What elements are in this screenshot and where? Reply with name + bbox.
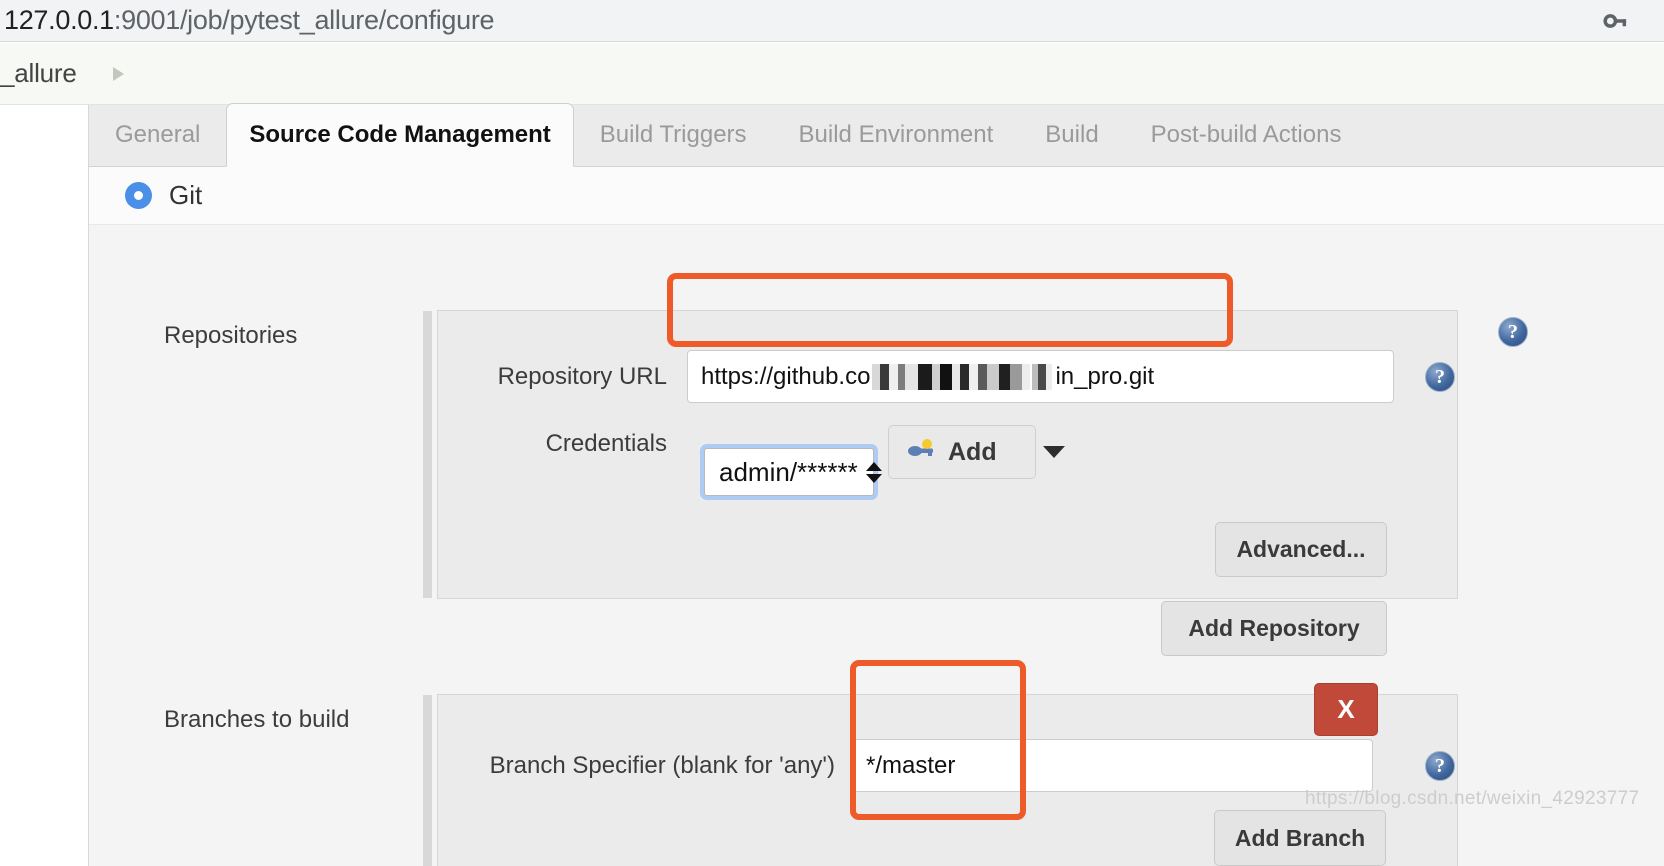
branches-section-label: Branches to build — [164, 706, 350, 733]
credentials-spinner-icon[interactable] — [865, 461, 882, 483]
browser-url-bar[interactable]: 127.0.0.1:9001/job/pytest_allure/configu… — [0, 0, 1664, 42]
tab-general[interactable]: General — [89, 104, 226, 166]
radio-option-git[interactable]: Git — [89, 180, 202, 211]
tab-post-build-actions[interactable]: Post-build Actions — [1125, 104, 1368, 166]
radio-selected-icon[interactable] — [125, 182, 152, 209]
watermark: https://blog.csdn.net/weixin_42923777 — [1305, 788, 1640, 809]
config-tab-strip: General Source Code Management Build Tri… — [89, 103, 1664, 167]
add-credentials-chevron-down-icon[interactable] — [1043, 446, 1065, 458]
url-text: 127.0.0.1:9001/job/pytest_allure/configu… — [0, 5, 495, 36]
branch-specifier-input[interactable]: */master — [852, 739, 1373, 792]
repository-url-redacted-mosaic — [872, 363, 1031, 390]
saved-password-key-icon[interactable] — [1600, 6, 1630, 36]
add-credentials-label: Add — [948, 437, 997, 466]
tab-build-triggers[interactable]: Build Triggers — [574, 104, 773, 166]
repository-url-row: Repository URL https://github.co in_pro.g… — [489, 350, 1394, 403]
credentials-row: Credentials — [489, 430, 667, 458]
add-repository-button[interactable]: Add Repository — [1161, 601, 1387, 656]
tab-build-environment[interactable]: Build Environment — [773, 104, 1020, 166]
branch-specifier-row: Branch Specifier (blank for 'any') */mas… — [487, 739, 1373, 792]
repository-url-input[interactable]: https://github.co in_pro.git — [687, 350, 1394, 403]
browser-window: 127.0.0.1:9001/job/pytest_allure/configu… — [0, 0, 1664, 866]
tab-source-code-management[interactable]: Source Code Management — [226, 103, 574, 167]
add-credentials-button[interactable]: Add — [888, 425, 1036, 479]
add-branch-button[interactable]: Add Branch — [1214, 810, 1386, 866]
repository-url-redacted-mosaic-2 — [1032, 363, 1053, 390]
key-icon — [907, 438, 937, 467]
breadcrumb-item-allure[interactable]: _allure — [0, 58, 77, 89]
scm-sections: Repositories Repository URL https://gith… — [105, 225, 1664, 866]
repositories-section-label: Repositories — [164, 322, 298, 349]
credentials-selected-value: admin/****** — [719, 456, 858, 487]
left-rail — [0, 105, 89, 866]
branch-specifier-label: Branch Specifier (blank for 'any') — [489, 751, 835, 779]
breadcrumb: _allure — [0, 43, 1664, 105]
advanced-button[interactable]: Advanced... — [1215, 522, 1387, 577]
repository-url-help-icon[interactable]: ? — [1425, 362, 1455, 392]
delete-branch-button[interactable]: X — [1314, 683, 1378, 736]
repository-url-label: Repository URL — [497, 362, 667, 390]
credentials-label: Credentials — [545, 430, 667, 457]
branches-accent-bar — [423, 695, 432, 866]
scm-config-body: Git Repositories Repository URL https://… — [89, 167, 1664, 866]
branch-specifier-help-icon[interactable]: ? — [1425, 751, 1455, 781]
credentials-select[interactable]: admin/****** — [704, 448, 882, 496]
tab-build[interactable]: Build — [1019, 104, 1124, 166]
url-path: :9001/job/pytest_allure/configure — [113, 5, 495, 35]
repository-url-value-prefix: https://github.co — [701, 362, 871, 390]
repository-url-value-suffix: in_pro.git — [1055, 362, 1155, 390]
scm-type-selector: Git — [89, 167, 1664, 225]
repositories-section-help-icon[interactable]: ? — [1498, 317, 1528, 347]
url-host: 127.0.0.1 — [4, 5, 114, 35]
repositories-accent-bar — [423, 311, 432, 598]
radio-label-git: Git — [169, 180, 203, 210]
breadcrumb-chevron-right-icon[interactable] — [112, 66, 124, 81]
